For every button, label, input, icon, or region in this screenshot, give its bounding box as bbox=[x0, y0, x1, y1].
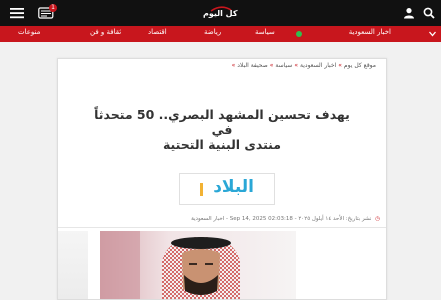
breadcrumb-item-source[interactable]: صحيفة البلاد bbox=[237, 62, 268, 69]
article-image[interactable] bbox=[100, 231, 296, 299]
breadcrumb-separator: » bbox=[294, 62, 299, 69]
divider bbox=[58, 227, 386, 228]
meta-category[interactable]: اخبار السعودية bbox=[191, 216, 224, 222]
live-dot-icon bbox=[296, 31, 302, 37]
chevron-down-icon[interactable] bbox=[429, 31, 436, 37]
nav-item-misc[interactable]: منوعات bbox=[18, 28, 40, 36]
side-ad-placeholder bbox=[58, 231, 88, 299]
article-title-line-2: منتدى البنية التحتية bbox=[162, 137, 282, 152]
meta-date-ar: الأحد ١٤ أيلول ٢٠٢٥ - bbox=[294, 216, 344, 222]
breadcrumb: موقع كل يوم»اخبار السعودية»سياسة»صحيفة ا… bbox=[230, 62, 376, 69]
top-header: كل اليوم 1 bbox=[0, 0, 441, 26]
notification-badge: 1 bbox=[49, 4, 57, 12]
breadcrumb-separator: » bbox=[231, 62, 236, 69]
meta-date-en: Sep 14, 2025 02:03:18 bbox=[229, 216, 293, 222]
nav-item-politics[interactable]: سياسة bbox=[255, 28, 275, 36]
article-card: موقع كل يوم»اخبار السعودية»سياسة»صحيفة ا… bbox=[57, 58, 387, 300]
publisher-logo[interactable]: البلاد bbox=[179, 173, 275, 205]
breadcrumb-item-saudi-news[interactable]: اخبار السعودية bbox=[300, 62, 336, 69]
category-nav: اخبار السعودية سياسة رياضة اقتصاد ثقافة … bbox=[0, 26, 441, 42]
article-meta: ◷ نشر بتاريخ: الأحد ١٤ أيلول ٢٠٢٥ - Sep … bbox=[191, 216, 380, 222]
user-icon[interactable] bbox=[403, 7, 415, 19]
article-photo bbox=[100, 231, 296, 299]
nav-item-sports[interactable]: رياضة bbox=[204, 28, 221, 36]
notification-button[interactable]: 1 bbox=[38, 4, 57, 19]
publisher-logo-accent bbox=[200, 183, 203, 196]
breadcrumb-item-home[interactable]: موقع كل يوم bbox=[344, 62, 376, 69]
site-logo-text: كل اليوم bbox=[203, 9, 238, 18]
article-title: يهدف تحسين المشهد البصري.. 50 متحدثاً في… bbox=[94, 107, 350, 152]
clock-icon: ◷ bbox=[375, 216, 380, 222]
meta-separator: - bbox=[226, 216, 229, 222]
nav-item-culture-art[interactable]: ثقافة و فن bbox=[90, 28, 121, 36]
breadcrumb-separator: » bbox=[338, 62, 342, 69]
site-logo[interactable]: كل اليوم bbox=[196, 6, 246, 20]
breadcrumb-item-politics[interactable]: سياسة bbox=[275, 62, 292, 69]
publisher-logo-text: البلاد bbox=[213, 177, 254, 197]
nav-item-saudi-news[interactable]: اخبار السعودية bbox=[349, 28, 391, 36]
meta-prefix: نشر بتاريخ: bbox=[345, 216, 372, 222]
search-icon[interactable] bbox=[423, 7, 435, 19]
nav-item-economy[interactable]: اقتصاد bbox=[148, 28, 167, 36]
article-title-line-1: يهدف تحسين المشهد البصري.. 50 متحدثاً في bbox=[94, 107, 350, 137]
breadcrumb-separator: » bbox=[269, 62, 274, 69]
menu-icon[interactable] bbox=[10, 7, 24, 19]
